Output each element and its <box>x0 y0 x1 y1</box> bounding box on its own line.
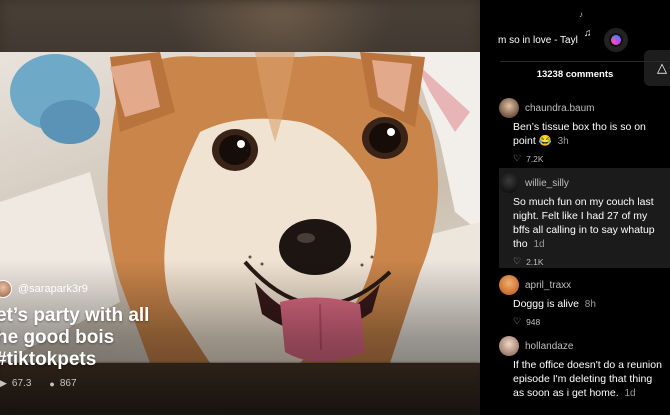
divider <box>500 61 670 62</box>
comment-item: chaundra.baum Ben’s tissue box tho is so… <box>499 98 670 164</box>
comment-username[interactable]: april_traxx <box>525 280 571 291</box>
comment-icon: ● <box>49 378 55 389</box>
comment-likes[interactable]: ♡ 7.2K <box>499 153 670 164</box>
comments-panel: ♪ m so in love - Tayl ♫ △ 13238 comments… <box>480 0 670 415</box>
comment-item: willie_silly So much fun on my couch las… <box>499 168 670 268</box>
comment-username[interactable]: chaundra.baum <box>525 103 595 114</box>
avatar[interactable] <box>499 173 519 193</box>
avatar[interactable] <box>499 275 519 295</box>
avatar[interactable] <box>499 336 519 356</box>
comment-username[interactable]: willie_silly <box>525 178 569 189</box>
video-author[interactable]: @sarapark3r9 <box>0 280 88 298</box>
play-icon: ▶ <box>0 378 7 388</box>
author-avatar[interactable] <box>0 280 12 298</box>
comment-text: If the office doesn't do a reunion episo… <box>513 359 662 399</box>
comment-likes[interactable]: ♡ 948 <box>499 316 670 327</box>
music-track[interactable]: m so in love - Tayl <box>498 35 584 46</box>
video-stats: ▶ 67.3 ● 867 <box>0 378 77 389</box>
play-count: ▶ 67.3 <box>0 378 31 389</box>
comment-item: hollandaze If the office doesn't do a re… <box>499 336 670 401</box>
comment-text: Ben’s tissue box tho is so on point 😂 3h <box>513 121 646 147</box>
video-caption: et’s party with all he good bois #tiktok… <box>0 305 150 370</box>
music-note-icon: ♫ <box>584 28 592 39</box>
music-disc-icon[interactable] <box>604 28 628 52</box>
comment-likes[interactable]: ♡ 2.1K <box>499 256 670 267</box>
heart-icon[interactable]: ♡ <box>513 153 521 164</box>
comment-text: So much fun on my couch last night. Felt… <box>513 196 655 250</box>
avatar[interactable] <box>499 98 519 118</box>
comment-count-value: 867 <box>59 378 77 389</box>
bell-icon[interactable]: △ <box>644 50 670 86</box>
author-name[interactable]: @sarapark3r9 <box>18 283 88 295</box>
heart-icon[interactable]: ♡ <box>513 256 521 267</box>
music-note-icon: ♪ <box>579 10 583 19</box>
video-player[interactable]: @sarapark3r9 et’s party with all he good… <box>0 0 480 415</box>
heart-icon[interactable]: ♡ <box>513 316 521 327</box>
comment-count: ● 867 <box>49 378 76 389</box>
comment-text: Doggg is alive 8h <box>513 298 596 310</box>
comments-count: 13238 comments <box>536 69 614 80</box>
music-row[interactable]: ♪ m so in love - Tayl ♫ △ <box>480 10 670 86</box>
comment-username[interactable]: hollandaze <box>525 341 573 352</box>
play-count-value: 67.3 <box>11 378 32 389</box>
comment-item: april_traxx Doggg is alive 8h ♡ 948 <box>499 275 670 327</box>
